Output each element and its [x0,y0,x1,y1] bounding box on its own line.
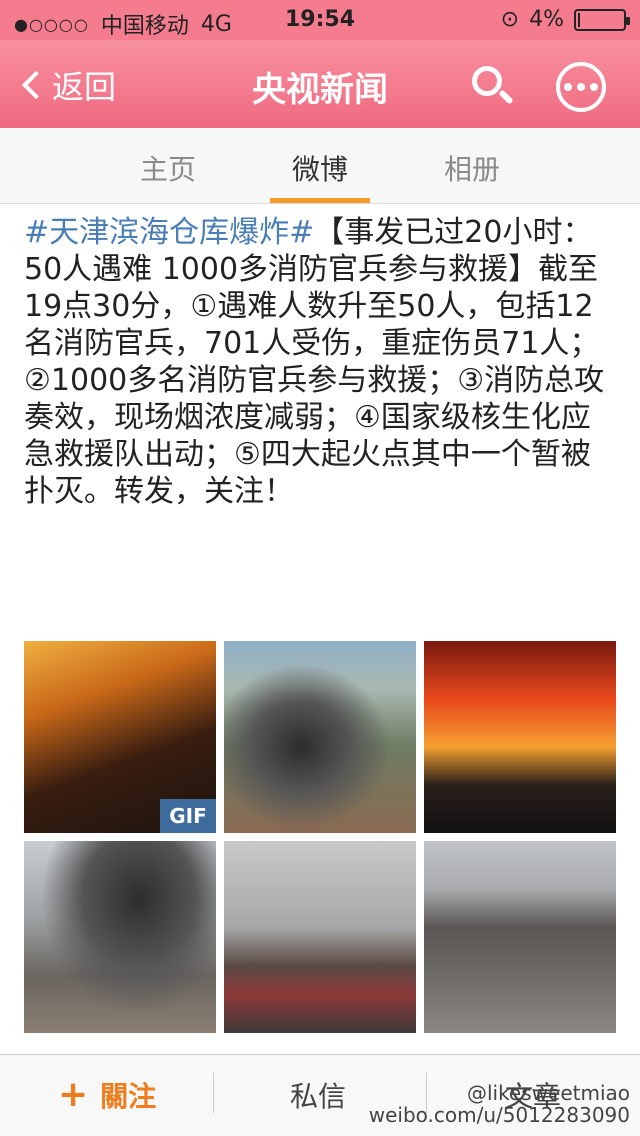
tab-home[interactable]: 主页 [108,148,228,188]
profile-tabs: 主页 微博 相册 [0,128,640,204]
active-tab-indicator [270,198,370,203]
follow-label: 關注 [100,1080,157,1113]
image-thumbnail[interactable] [224,641,416,833]
nav-bar: 返回 央视新闻 [0,40,640,134]
tab-album[interactable]: 相册 [412,148,532,188]
image-thumbnail[interactable]: GIF [24,641,216,833]
search-icon [472,66,502,96]
gif-badge: GIF [160,799,216,833]
more-button[interactable] [556,62,606,112]
watermark-url: weibo.com/u/5012283090 [368,1103,630,1127]
post-body: 【事发已过20小时：50人遇难 1000多消防官兵参与救援】截至19点30分，①… [24,215,605,509]
battery-level [578,12,580,27]
orientation-lock-icon: ⊙ [500,7,520,32]
watermark: @likesweetmiao weibo.com/u/5012283090 [369,1082,630,1126]
follow-button[interactable]: + 關注 [58,1075,156,1115]
more-dots-icon [564,83,572,91]
divider [213,1073,214,1113]
image-thumbnail[interactable] [24,841,216,1033]
message-button[interactable]: 私信 [290,1075,346,1115]
watermark-handle: @likesweetmiao [466,1081,630,1105]
image-thumbnail[interactable] [424,641,616,833]
plus-icon: + [58,1074,89,1115]
page-title: 央视新闻 [252,70,388,110]
post-text: #天津滨海仓库爆炸#【事发已过20小时：50人遇难 1000多消防官兵参与救援】… [24,214,620,510]
image-thumbnail[interactable] [424,841,616,1033]
search-button[interactable] [470,64,514,108]
status-bar: ●○○○○ 中国移动 4G 19:54 ⊙ 4% [0,0,640,40]
battery-percent: 4% [529,7,564,32]
hashtag-link[interactable]: #天津滨海仓库爆炸# [24,215,314,250]
image-thumbnail[interactable] [224,841,416,1033]
battery-icon [574,8,630,31]
tab-weibo[interactable]: 微博 [260,148,380,188]
post-content: #天津滨海仓库爆炸#【事发已过20小时：50人遇难 1000多消防官兵参与救援】… [0,204,640,1054]
status-right: ⊙ 4% [500,7,630,32]
